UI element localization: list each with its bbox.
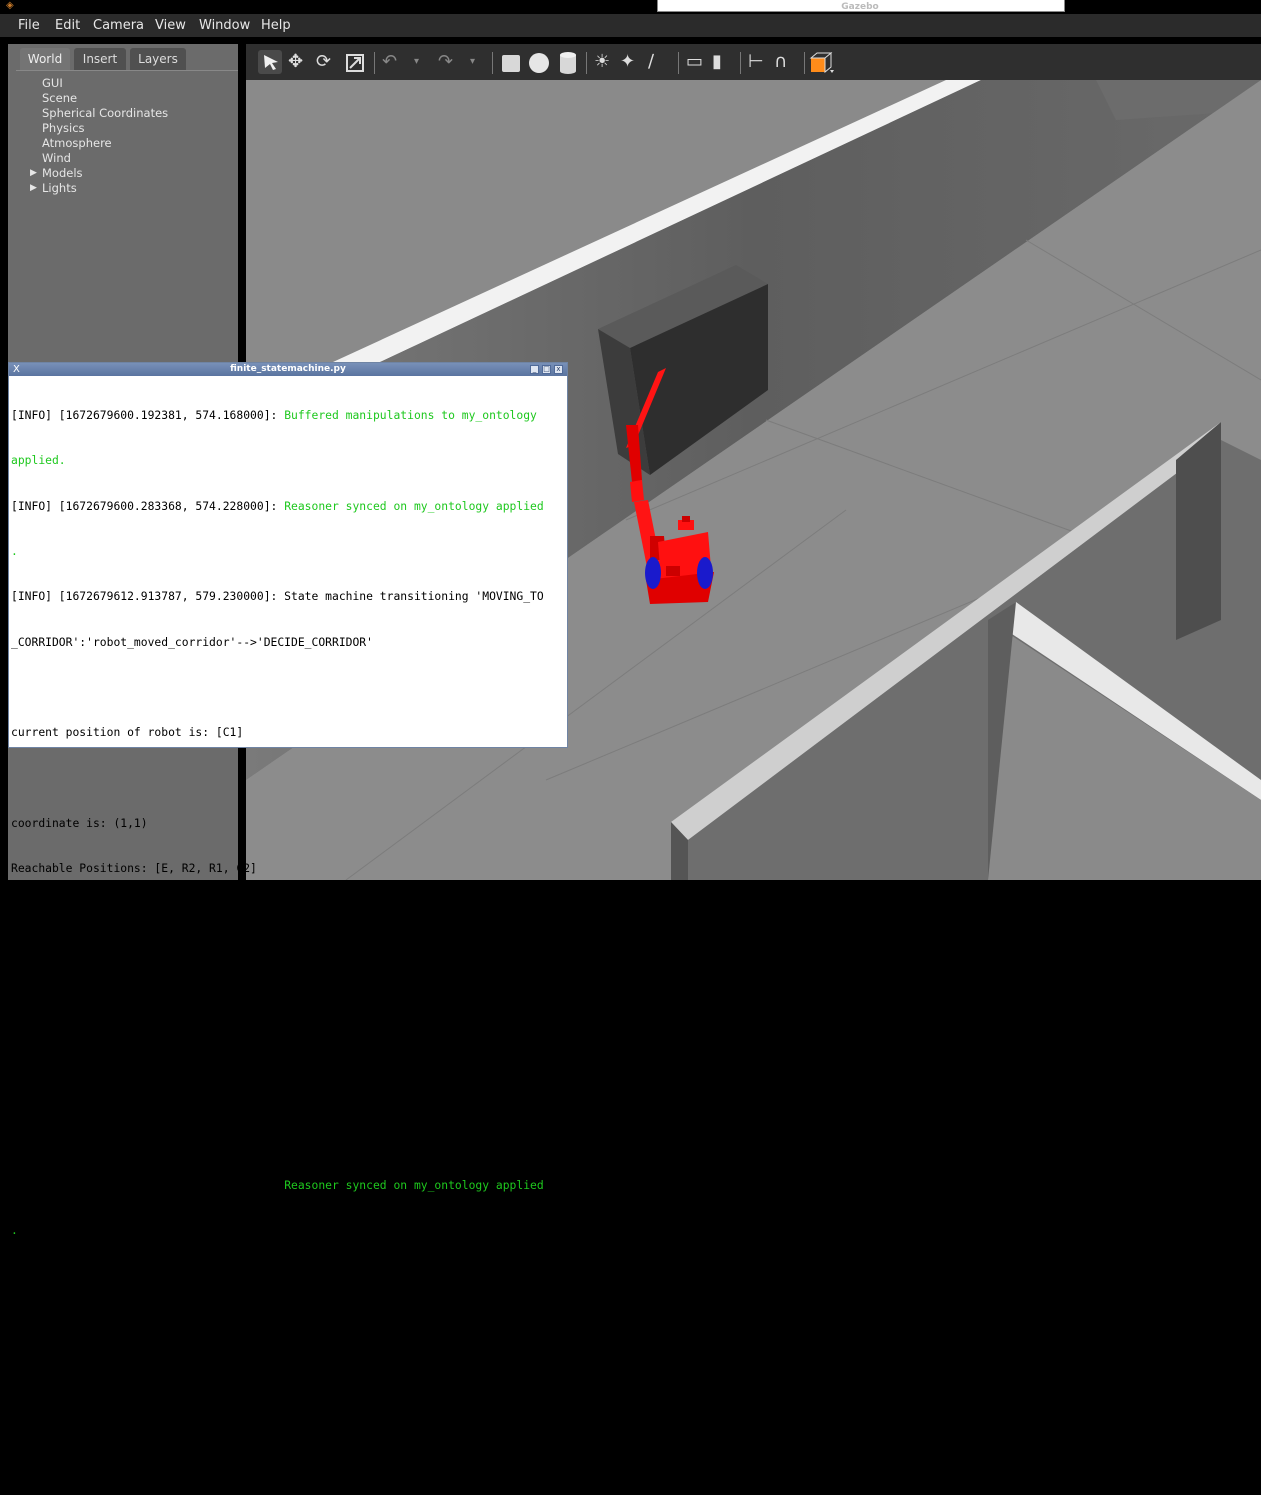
- tab-layers[interactable]: Layers: [130, 48, 186, 70]
- log-line: current position of robot is: [C1]: [11, 725, 244, 740]
- paste-icon[interactable]: ▮: [712, 52, 722, 72]
- tree-item-models[interactable]: Models: [42, 166, 83, 181]
- terminal-titlebar[interactable]: X finite_statemachine.py _ □ x: [9, 363, 567, 376]
- tree-item-atmosphere[interactable]: Atmosphere: [42, 136, 112, 151]
- tab-divider: [16, 70, 238, 71]
- minimize-icon[interactable]: _: [530, 365, 539, 374]
- menu-window[interactable]: Window: [199, 18, 250, 34]
- expand-triangle-icon[interactable]: ▶: [30, 181, 37, 196]
- toolbar-separator: [492, 52, 493, 74]
- box-shape-icon[interactable]: [500, 53, 522, 73]
- change-view-icon[interactable]: [809, 52, 835, 74]
- sphere-shape-icon[interactable]: [528, 52, 550, 74]
- redo-dropdown-icon[interactable]: ▾: [470, 52, 475, 72]
- toolbar-separator: [586, 52, 587, 74]
- log-line: Target to be Reached R1: [11, 951, 169, 966]
- snap-magnet-icon[interactable]: ∩: [774, 52, 787, 72]
- tab-insert[interactable]: Insert: [74, 48, 126, 70]
- terminal-window[interactable]: X finite_statemachine.py _ □ x [INFO] [1…: [8, 362, 568, 1464]
- toolbar-separator: [374, 52, 375, 74]
- scale-icon[interactable]: [345, 53, 365, 73]
- rotate-icon[interactable]: ⟳: [316, 52, 331, 72]
- close-icon[interactable]: x: [554, 365, 563, 374]
- tree-item-lights[interactable]: Lights: [42, 181, 77, 196]
- log-line: Robot's Battery is low and going to rech…: [11, 1042, 435, 1057]
- undo-icon[interactable]: ↶: [382, 52, 397, 72]
- window-title: Gazebo: [841, 2, 879, 12]
- spot-light-icon[interactable]: ✦: [620, 52, 635, 72]
- log-line: applied.: [11, 453, 66, 468]
- directional-light-icon[interactable]: ∕: [648, 52, 654, 72]
- select-arrow-icon[interactable]: [262, 53, 280, 71]
- menu-file[interactable]: File: [18, 18, 40, 34]
- tree-item-scene[interactable]: Scene: [42, 91, 77, 106]
- log-line: [INFO] [1672679600.192381, 574.168000]: …: [11, 408, 537, 423]
- log-line: [INFO] [1672679600.283368, 574.228000]: …: [11, 498, 544, 513]
- toolbar-separator: [804, 52, 805, 74]
- align-icon[interactable]: ⊢: [748, 52, 764, 72]
- menu-camera[interactable]: Camera: [93, 18, 144, 34]
- toolbar-separator: [740, 52, 741, 74]
- tree-item-wind[interactable]: Wind: [42, 151, 71, 166]
- menu-bar: [0, 14, 1261, 37]
- log-line: Robot is Charging: [11, 1132, 128, 1147]
- cylinder-shape-icon[interactable]: [558, 51, 578, 75]
- translate-icon[interactable]: ✥: [288, 52, 303, 72]
- log-line: coordinate is: (1,1): [11, 815, 148, 830]
- log-line: Reachable Positions: [E, R2, R1, C2]: [11, 861, 257, 875]
- log-line: .: [11, 1223, 18, 1238]
- text-cursor: [17, 1449, 25, 1463]
- log-line: [INFO] [1672679787.469972, 626.446000]: …: [11, 1177, 544, 1192]
- terminal-title: finite_statemachine.py: [230, 364, 346, 374]
- prompt-line[interactable]: S: [11, 1449, 567, 1465]
- menu-edit[interactable]: Edit: [55, 18, 80, 34]
- undo-dropdown-icon[interactable]: ▾: [414, 52, 419, 72]
- title-bar: ◈ Gazebo: [0, 0, 1261, 14]
- point-light-icon[interactable]: ☀: [594, 52, 610, 72]
- right-wall-side: [1176, 422, 1221, 640]
- log-line: :'battery_low'-->'RECHARGING': [11, 1404, 210, 1419]
- menu-view[interactable]: View: [155, 18, 186, 34]
- tab-world[interactable]: World: [20, 48, 70, 70]
- log-line: .: [11, 544, 18, 559]
- tree-item-physics[interactable]: Physics: [42, 121, 85, 136]
- maximize-icon[interactable]: □: [542, 365, 551, 374]
- gazebo-app-icon: ◈: [6, 0, 14, 11]
- copy-icon[interactable]: ▭: [686, 52, 703, 72]
- redo-icon[interactable]: ↷: [438, 52, 453, 72]
- tree-item-gui[interactable]: GUI: [42, 76, 63, 91]
- toolbar-separator: [678, 52, 679, 74]
- log-line: [INFO] [1672679787.786943, 626.544000]: …: [11, 1359, 544, 1374]
- log-line: URGENCY ROOMS: [R4, R3, R2, R1]: [11, 906, 223, 921]
- tree-item-spherical-coordinates[interactable]: Spherical Coordinates: [42, 106, 168, 121]
- menu-help[interactable]: Help: [261, 18, 291, 34]
- terminal-output[interactable]: [INFO] [1672679600.192381, 574.168000]: …: [11, 378, 567, 1463]
- log-line: [INFO] [1672679612.913787, 579.230000]: …: [11, 589, 544, 604]
- log-line: [INFO] [1672679787.573735, 626.485000]: …: [11, 1268, 544, 1283]
- log-line: _CORRIDOR':'robot_moved_corridor'-->'DEC…: [11, 634, 373, 649]
- log-line: IDOR':'recharging':'battery_low': [11, 1313, 230, 1328]
- expand-triangle-icon[interactable]: ▶: [30, 166, 37, 181]
